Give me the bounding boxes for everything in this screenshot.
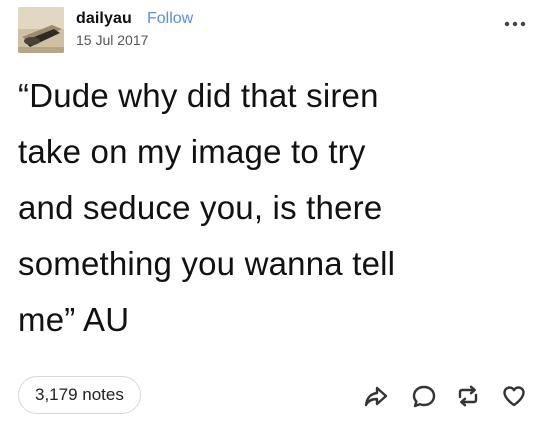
post-text: “Dude why did that siren take on my imag… (18, 77, 396, 338)
post-date: 15 Jul 2017 (76, 32, 149, 48)
reply-icon[interactable] (410, 382, 438, 410)
share-icon[interactable] (362, 382, 390, 410)
tumblr-post: dailyau Follow 15 Jul 2017 “Dude why did… (0, 0, 540, 431)
avatar[interactable] (18, 7, 64, 53)
notes-count-button[interactable]: 3,179 notes (18, 376, 141, 414)
reblog-icon[interactable] (454, 382, 482, 410)
avatar-image (18, 7, 64, 53)
post-footer: 3,179 notes (18, 372, 528, 418)
post-actions (324, 382, 525, 410)
username[interactable]: dailyau (76, 10, 132, 28)
heart-icon[interactable] (500, 382, 528, 410)
post-header: dailyau Follow 15 Jul 2017 (18, 7, 528, 53)
more-options-icon[interactable] (504, 16, 526, 27)
follow-button[interactable]: Follow (147, 10, 193, 28)
user-meta: dailyau Follow 15 Jul 2017 (76, 10, 436, 50)
